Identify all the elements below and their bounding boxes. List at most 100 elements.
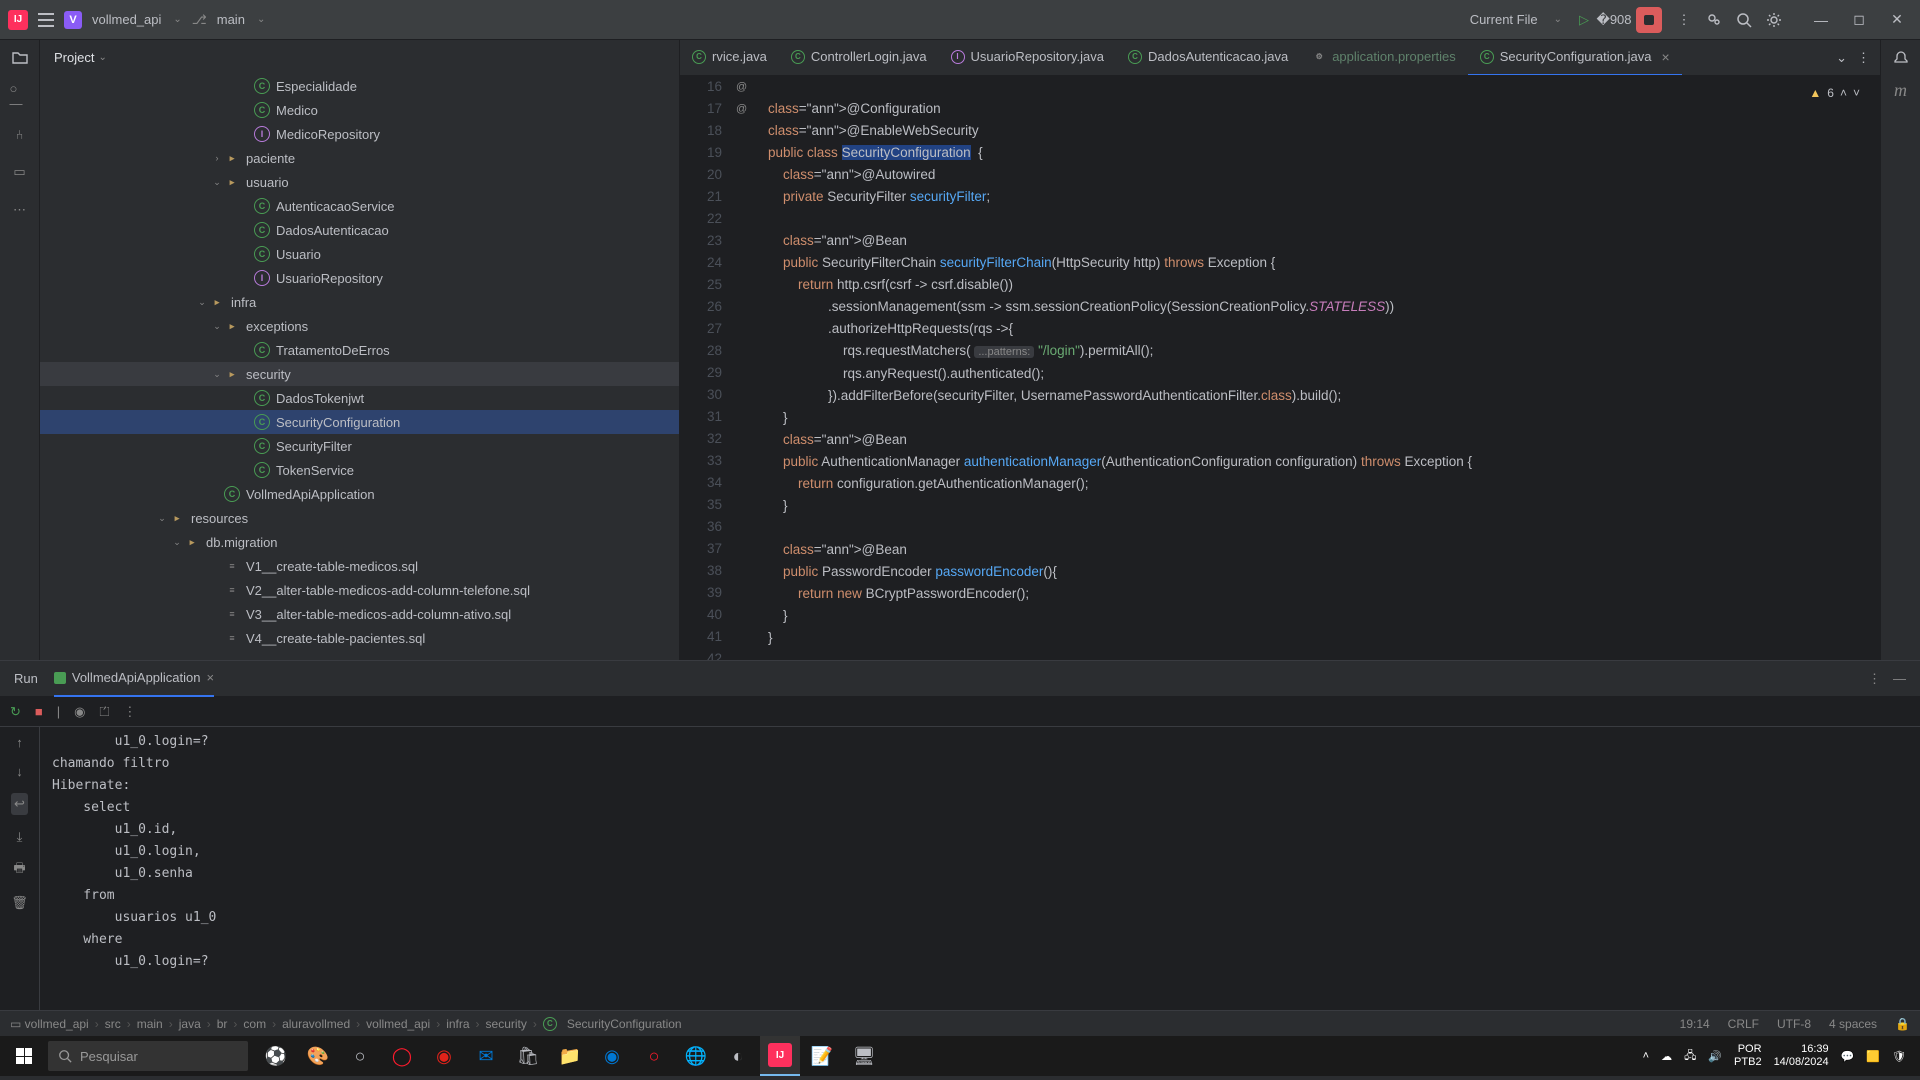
structure-tool-icon[interactable]: ▭ [10, 162, 30, 182]
taskbar-search[interactable]: Pesquisar [48, 1041, 248, 1071]
network-icon[interactable]: 🖧 [1684, 1047, 1696, 1066]
rerun-icon[interactable]: ↻ [10, 704, 21, 720]
line-gutter[interactable]: 1617181920212223242526272829303132333435… [680, 76, 736, 660]
tree-item[interactable]: CSecurityFilter [40, 434, 679, 458]
editor-tab[interactable]: CDadosAutenticacao.java [1116, 40, 1300, 76]
tree-item[interactable]: ›▸paciente [40, 146, 679, 170]
stop-icon[interactable]: ■ [35, 704, 43, 719]
tray-icon[interactable]: 🛡 [1892, 1050, 1906, 1063]
tree-item[interactable]: CDadosTokenjwt [40, 386, 679, 410]
git-branch-icon[interactable]: ⎇ [192, 12, 207, 28]
tree-item[interactable]: IUsuarioRepository [40, 266, 679, 290]
editor-tab[interactable]: CControllerLogin.java [779, 40, 939, 76]
run-config-tab[interactable]: VollmedApiApplication × [54, 661, 214, 697]
breadcrumb-item[interactable]: com [243, 1017, 266, 1031]
tree-item[interactable]: ⌄▸exceptions [40, 314, 679, 338]
run-tab[interactable]: Run [14, 671, 38, 686]
editor-tab[interactable]: CSecurityConfiguration.java× [1468, 40, 1682, 76]
breadcrumb-item[interactable]: main [137, 1017, 163, 1031]
print-icon[interactable]: 🖶 [13, 859, 25, 881]
tray-icon[interactable]: 🟨 [1866, 1050, 1880, 1063]
language-indicator[interactable]: POR PTB2 [1734, 1043, 1762, 1069]
ai-assistant-icon[interactable]: m [1894, 80, 1907, 101]
clock[interactable]: 16:39 14/08/2024 [1774, 1043, 1829, 1069]
task-icon[interactable]: ◉ [424, 1036, 464, 1076]
chevron-down-icon[interactable]: ⌄ [257, 14, 265, 25]
run-config-selector[interactable]: Current File [1470, 12, 1538, 27]
up-icon[interactable]: ↑ [16, 735, 23, 750]
scroll-to-end-icon[interactable]: ⤓ [17, 829, 23, 845]
opera-icon[interactable]: ◯ [382, 1036, 422, 1076]
breadcrumb-item[interactable]: java [179, 1017, 201, 1031]
breadcrumb-item[interactable]: src [105, 1017, 121, 1031]
maximize-button[interactable]: ◻ [1844, 5, 1874, 35]
search-icon[interactable] [1736, 12, 1752, 28]
explorer-icon[interactable]: 📁 [550, 1036, 590, 1076]
task-icon[interactable]: ◐ [718, 1036, 758, 1076]
down-icon[interactable]: ↓ [16, 764, 23, 779]
task-icon[interactable]: ○ [634, 1036, 674, 1076]
editor-tab[interactable]: Crvice.java [680, 40, 779, 76]
chevron-down-icon[interactable]: ⌄ [1554, 14, 1562, 25]
chevron-down-icon[interactable]: ⌄ [98, 52, 106, 63]
tree-item[interactable]: CEspecialidade [40, 74, 679, 98]
run-icon[interactable]: ▷ [1576, 12, 1592, 28]
gutter-icons[interactable]: @@ [736, 76, 760, 660]
notifications-icon[interactable] [1891, 48, 1911, 68]
task-icon[interactable]: 🖥 [844, 1036, 884, 1076]
pull-requests-icon[interactable]: ⑃ [10, 124, 30, 144]
tree-item[interactable]: ⌄▸usuario [40, 170, 679, 194]
hide-icon[interactable]: — [1893, 671, 1906, 687]
settings-icon[interactable] [1766, 12, 1782, 28]
caret-position[interactable]: 19:14 [1680, 1017, 1710, 1031]
close-button[interactable]: ✕ [1882, 5, 1912, 35]
store-icon[interactable]: 🛍 [508, 1036, 548, 1076]
close-tab-icon[interactable]: × [207, 670, 215, 685]
mail-icon[interactable]: ✉ [466, 1036, 506, 1076]
project-badge[interactable]: V [64, 11, 82, 29]
project-tool-icon[interactable] [10, 48, 30, 68]
project-panel-header[interactable]: Project ⌄ [40, 40, 679, 74]
more-tools-icon[interactable]: ⋯ [10, 200, 30, 220]
code-editor[interactable]: ▲ 6 ˄ ˅ 16171819202122232425262728293031… [680, 76, 1880, 660]
notepad-icon[interactable]: 📝 [802, 1036, 842, 1076]
tree-item[interactable]: CTokenService [40, 458, 679, 482]
intellij-task-icon[interactable]: IJ [760, 1036, 800, 1076]
tree-item[interactable]: CTratamentoDeErros [40, 338, 679, 362]
exit-icon[interactable]: ⏍ [100, 704, 110, 720]
file-encoding[interactable]: UTF-8 [1777, 1017, 1811, 1031]
tree-item[interactable]: CSecurityConfiguration [40, 410, 679, 434]
breadcrumb-item[interactable]: CSecurityConfiguration [543, 1017, 682, 1031]
hamburger-icon[interactable] [38, 13, 54, 27]
task-icon[interactable]: ⚽ [256, 1036, 296, 1076]
chevron-down-icon[interactable]: ⌄ [1836, 50, 1847, 66]
intellij-logo[interactable]: IJ [8, 10, 28, 30]
inspection-widget[interactable]: ▲ 6 ˄ ˅ [1809, 82, 1860, 104]
tree-item[interactable]: ⌄▸infra [40, 290, 679, 314]
task-icon[interactable]: 🎨 [298, 1036, 338, 1076]
tree-item[interactable]: CVollmedApiApplication [40, 482, 679, 506]
project-name[interactable]: vollmed_api [92, 12, 161, 27]
tree-item[interactable]: ≡V3__alter-table-medicos-add-column-ativ… [40, 602, 679, 626]
prev-highlight-icon[interactable]: ˄ [1840, 82, 1847, 104]
tree-item[interactable]: ≡V1__create-table-medicos.sql [40, 554, 679, 578]
tree-item[interactable]: ⌄▸db.migration [40, 530, 679, 554]
tree-item[interactable]: CDadosAutenticacao [40, 218, 679, 242]
breadcrumb-item[interactable]: br [217, 1017, 228, 1031]
cortana-icon[interactable]: ○ [340, 1036, 380, 1076]
edge-icon[interactable]: ◉ [592, 1036, 632, 1076]
task-icon[interactable]: 🌐 [676, 1036, 716, 1076]
tree-item[interactable]: ≡V2__alter-table-medicos-add-column-tele… [40, 578, 679, 602]
tree-item[interactable]: CUsuario [40, 242, 679, 266]
tree-item[interactable]: ≡V4__create-table-pacientes.sql [40, 626, 679, 650]
tree-item[interactable]: IMedicoRepository [40, 122, 679, 146]
clear-icon[interactable]: 🗑 [11, 895, 28, 911]
start-button[interactable] [0, 1036, 48, 1076]
project-tree[interactable]: CEspecialidadeCMedicoIMedicoRepository›▸… [40, 74, 679, 660]
console-output[interactable]: u1_0.login=? chamando filtro Hibernate: … [40, 727, 1920, 1010]
breadcrumb-item[interactable]: vollmed_api [366, 1017, 430, 1031]
breadcrumb-item[interactable]: aluravollmed [282, 1017, 350, 1031]
more-icon[interactable]: ⋮ [123, 704, 136, 720]
tree-item[interactable]: CMedico [40, 98, 679, 122]
tree-item[interactable]: ⌄▸security [40, 362, 679, 386]
